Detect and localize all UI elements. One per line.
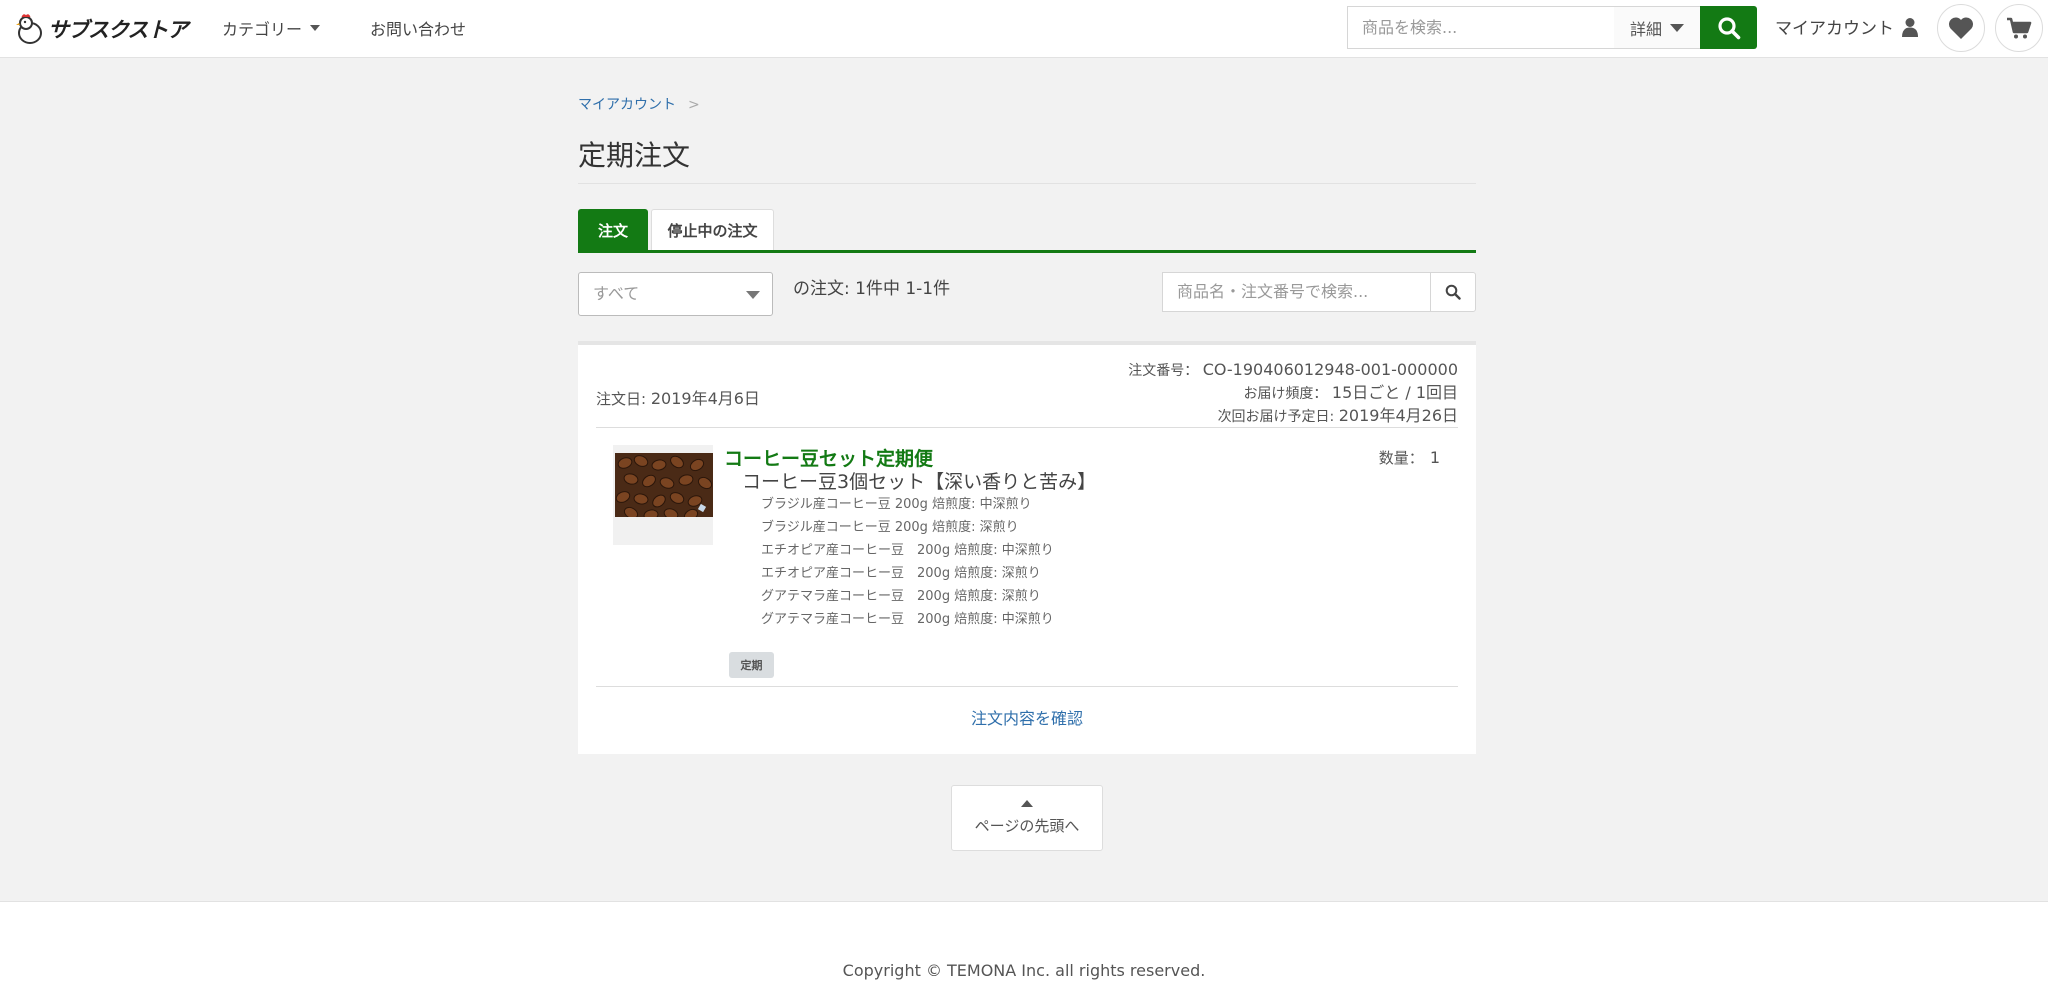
bundle-item-list: ブラジル産コーヒー豆 200g 焙煎度: 中深煎り ブラジル産コーヒー豆 200…: [761, 493, 1054, 631]
list-item: グアテマラ産コーヒー豆 200g 焙煎度: 深煎り: [761, 589, 1041, 604]
tab-underline: [578, 250, 1476, 253]
favorites-button[interactable]: [1937, 4, 1985, 52]
order-card: 注文日: 2019年4月6日 注文番号： CO-190406012948-001…: [578, 341, 1476, 754]
delivery-frequency-value: 15日ごと / 1回目: [1331, 383, 1458, 402]
chicken-logo-icon: [16, 14, 42, 44]
order-number-value: CO-190406012948-001-000000: [1202, 360, 1458, 379]
caret-down-icon: [310, 25, 321, 31]
product-search-input[interactable]: 商品を検索...: [1347, 6, 1615, 49]
card-divider: [596, 686, 1458, 687]
view-order-details-link: 注文内容を確認: [578, 705, 1476, 729]
site-header: サブスクストア カテゴリー お問い合わせ 商品を検索... 詳細 マイアカウント: [0, 0, 2048, 58]
caret-down-icon: [1670, 23, 1684, 32]
page-title: 定期注文: [578, 139, 691, 172]
site-footer: Copyright © TEMONA Inc. all rights reser…: [0, 901, 2048, 1008]
next-delivery-label: 次回お届け予定日:: [1217, 409, 1335, 425]
order-date: 注文日: 2019年4月6日: [596, 385, 760, 409]
next-delivery-row: 次回お届け予定日: 2019年4月26日: [1128, 405, 1458, 428]
card-divider: [596, 427, 1458, 428]
nav-category-label: カテゴリー: [222, 20, 303, 39]
search-detail-dropdown[interactable]: 詳細: [1614, 6, 1701, 49]
product-thumbnail[interactable]: [613, 445, 713, 545]
breadcrumb-separator: >: [688, 97, 700, 113]
breadcrumb-my-account[interactable]: マイアカウント: [578, 97, 676, 113]
caret-up-icon: [1021, 800, 1033, 807]
my-account-link[interactable]: マイアカウント: [1775, 14, 1918, 39]
list-item: エチオピア産コーヒー豆 200g 焙煎度: 深煎り: [761, 566, 1041, 581]
caret-down-icon: [746, 291, 760, 299]
order-search-input[interactable]: 商品名・注文番号で検索...: [1162, 272, 1431, 312]
my-account-label: マイアカウント: [1775, 19, 1894, 39]
user-icon: [1902, 17, 1918, 37]
cart-button[interactable]: [1995, 4, 2043, 52]
list-item: グアテマラ産コーヒー豆 200g 焙煎度: 中深煎り: [761, 612, 1054, 627]
heart-icon: [1948, 17, 1974, 39]
order-count-text: の注文: 1件中 1-1件: [793, 279, 951, 299]
search-icon: [1717, 16, 1740, 39]
nav-category-menu[interactable]: カテゴリー: [222, 16, 321, 40]
quantity-value: 1: [1429, 448, 1440, 467]
order-date-label: 注文日:: [596, 390, 647, 408]
subscription-badge: 定期: [729, 652, 774, 678]
title-divider: [578, 183, 1476, 184]
list-item: ブラジル産コーヒー豆 200g 焙煎度: 深煎り: [761, 520, 1019, 535]
back-to-top-label: ページの先頭へ: [974, 817, 1080, 835]
quantity: 数量： 1: [1379, 447, 1440, 468]
search-detail-label: 詳細: [1629, 19, 1662, 39]
delivery-frequency-row: お届け頻度： 15日ごと / 1回目: [1128, 382, 1458, 405]
tab-orders[interactable]: 注文: [578, 209, 648, 251]
tab-paused-orders[interactable]: 停止中の注文: [651, 209, 774, 251]
order-number-label: 注文番号：: [1128, 363, 1199, 379]
order-number-row: 注文番号： CO-190406012948-001-000000: [1128, 359, 1458, 382]
search-button[interactable]: [1700, 6, 1757, 49]
product-variant: コーヒー豆3個セット【深い香りと苦み】: [742, 471, 1097, 493]
back-to-top-button[interactable]: ページの先頭へ: [951, 785, 1103, 851]
search-icon: [1445, 284, 1461, 300]
copyright-text: Copyright © TEMONA Inc. all rights reser…: [842, 961, 1206, 980]
order-date-value: 2019年4月6日: [650, 389, 760, 408]
next-delivery-value: 2019年4月26日: [1338, 406, 1458, 425]
quantity-label: 数量：: [1378, 449, 1424, 467]
breadcrumb: マイアカウント >: [578, 94, 700, 114]
coffee-beans-image: [615, 453, 713, 522]
status-filter-select[interactable]: すべて: [578, 272, 773, 316]
status-filter-value: すべて: [593, 284, 640, 303]
order-search-button[interactable]: [1430, 272, 1476, 312]
delivery-frequency-label: お届け頻度：: [1243, 386, 1328, 402]
cart-icon: [2007, 17, 2032, 39]
logo-text: サブスクストア: [48, 18, 188, 42]
list-item: ブラジル産コーヒー豆 200g 焙煎度: 中深煎り: [761, 497, 1032, 512]
nav-contact-link[interactable]: お問い合わせ: [370, 16, 466, 40]
view-order-details-label[interactable]: 注文内容を確認: [971, 709, 1083, 728]
site-logo[interactable]: サブスクストア: [16, 12, 188, 46]
list-item: エチオピア産コーヒー豆 200g 焙煎度: 中深煎り: [761, 543, 1054, 558]
order-meta: 注文番号： CO-190406012948-001-000000 お届け頻度： …: [1128, 359, 1458, 428]
